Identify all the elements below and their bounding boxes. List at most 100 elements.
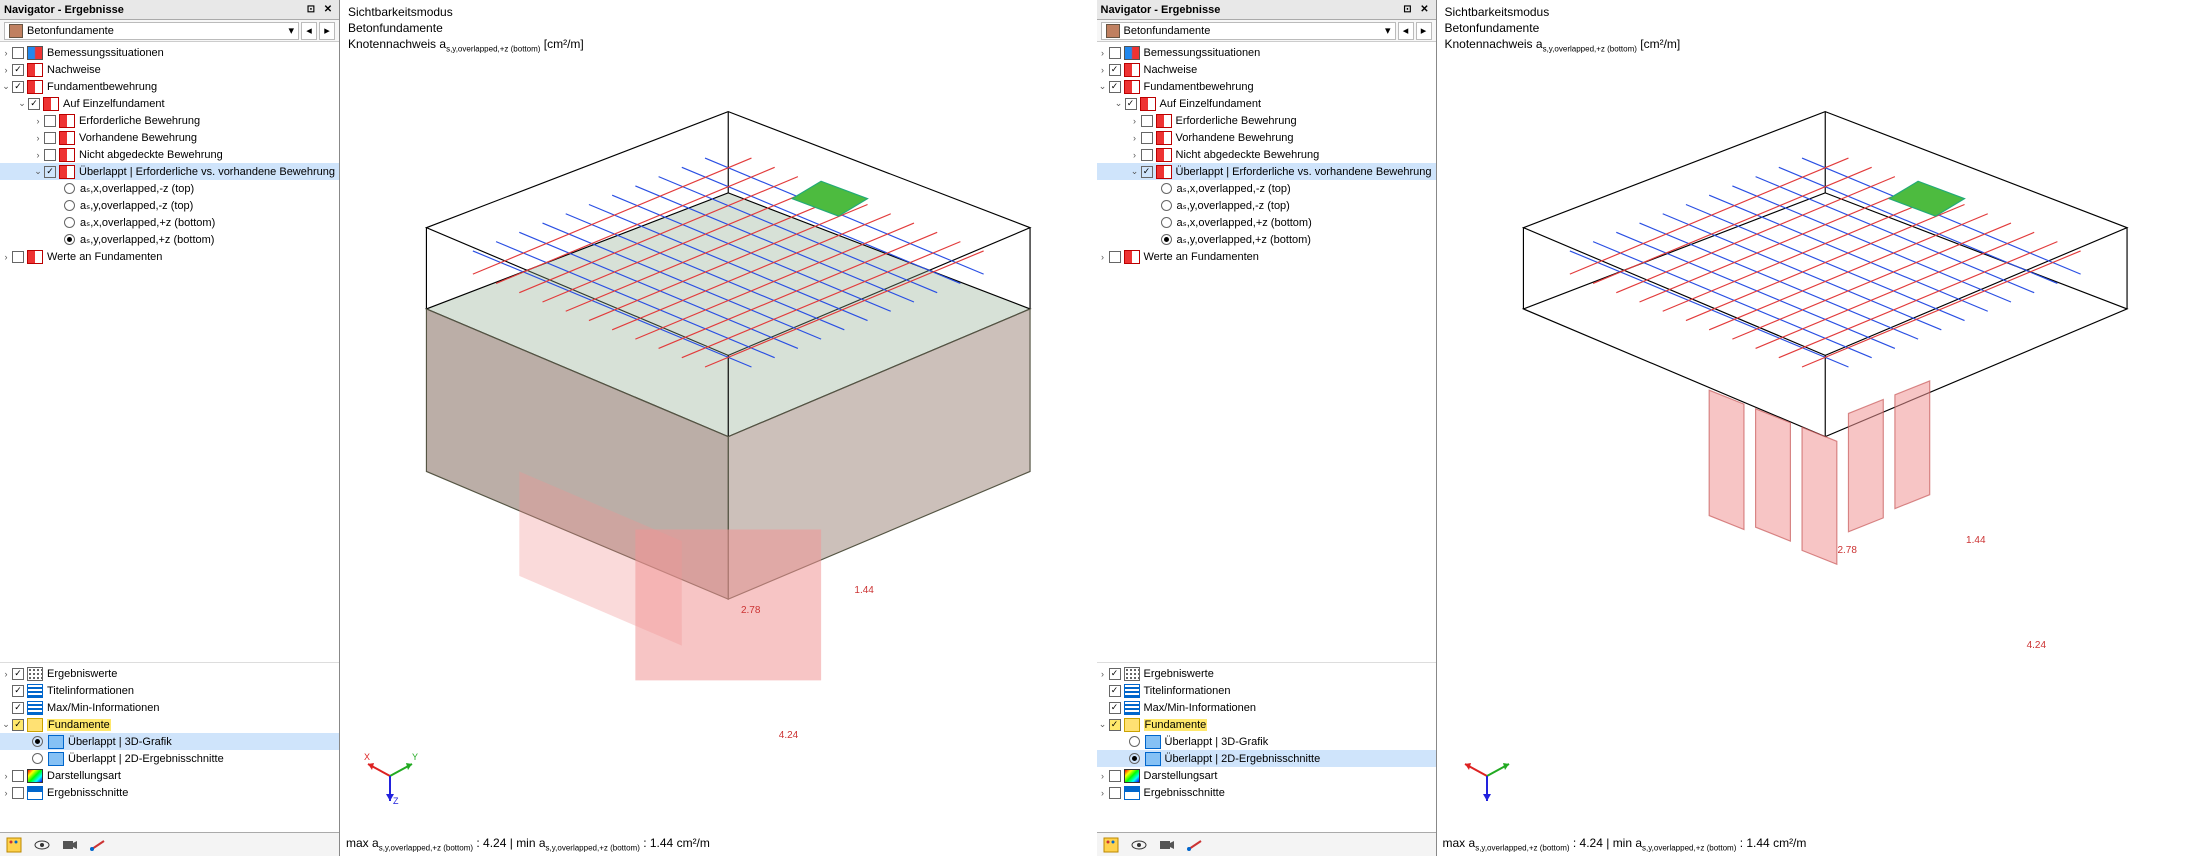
tree-vorh[interactable]: ›Vorhandene Bewehrung [0,129,339,146]
einzel-icon [1140,97,1156,111]
tree-overlap2d[interactable]: Überlappt | 2D-Ergebnisschnitte [1097,750,1436,767]
link3d-icon [48,735,64,749]
tree-titel[interactable]: ✓Titelinformationen [0,682,339,699]
tree-fundamente[interactable]: ⌄✓Fundamente [1097,716,1436,733]
chevron-down-icon: ▾ [288,24,294,37]
tree-ergebnisschnitte[interactable]: ›Ergebnisschnitte [1097,784,1436,801]
radio-r2[interactable]: aₛ,y,overlapped,-z (top) [0,197,339,214]
tree-bemessung[interactable]: ›Bemessungssituationen [0,44,339,61]
sections-icon [27,786,43,800]
tree-werte[interactable]: ›Werte an Fundamenten [0,248,339,265]
tree-nicht[interactable]: ›Nicht abgedeckte Bewehrung [1097,146,1436,163]
radio-icon[interactable] [32,736,43,747]
tree-top-left[interactable]: ›Bemessungssituationen ›✓Nachweise ⌄✓Fun… [0,42,339,662]
tool-eye-icon[interactable] [32,836,52,854]
combo-label: Betonfundamente [1124,25,1385,37]
radio-icon[interactable] [64,200,75,211]
combo-betonfundamente[interactable]: Betonfundamente ▾ [1101,22,1396,40]
close-icon[interactable]: ✕ [1418,3,1432,17]
vp-header-l3: Knotennachweis as,y,overlapped,+z (botto… [348,36,584,57]
radio-icon[interactable] [1161,217,1172,228]
vp-header-l1: Sichtbarkeitsmodus [348,4,584,20]
tool-camera-icon[interactable] [1157,836,1177,854]
tree-ergebnisschnitte[interactable]: ›Ergebnisschnitte [0,784,339,801]
radio-icon[interactable] [1161,234,1172,245]
axis-y: Y [412,752,418,762]
close-icon[interactable]: ✕ [321,3,335,17]
radio-r1[interactable]: aₛ,x,overlapped,-z (top) [1097,180,1436,197]
tree-nachweise[interactable]: ›✓Nachweise [0,61,339,78]
tool-probe-icon[interactable] [88,836,108,854]
tree-erf[interactable]: ›Erforderliche Bewehrung [0,112,339,129]
tree-erf[interactable]: ›Erforderliche Bewehrung [1097,112,1436,129]
tree-darstellung[interactable]: ›Darstellungsart [1097,767,1436,784]
tree-overlap2d[interactable]: Überlappt | 2D-Ergebnisschnitte [0,750,339,767]
vorh-icon [59,131,75,145]
radio-r1[interactable]: aₛ,x,overlapped,-z (top) [0,180,339,197]
link3d-icon [1145,735,1161,749]
radio-icon[interactable] [1129,736,1140,747]
tree-bemessung[interactable]: ›Bemessungssituationen [1097,44,1436,61]
tool-camera-icon[interactable] [60,836,80,854]
vp-header-l1: Sichtbarkeitsmodus [1445,4,1681,20]
radio-icon[interactable] [1161,183,1172,194]
radio-r2[interactable]: aₛ,y,overlapped,-z (top) [1097,197,1436,214]
radio-icon[interactable] [32,753,43,764]
tree-nicht[interactable]: ›Nicht abgedeckte Bewehrung [0,146,339,163]
radio-r3[interactable]: aₛ,x,overlapped,+z (bottom) [0,214,339,231]
combo-betonfundamente[interactable]: Betonfundamente ▾ [4,22,299,40]
next-button[interactable]: ▸ [319,22,335,40]
tree-darstellung[interactable]: ›Darstellungsart [0,767,339,784]
style-icon [1124,769,1140,783]
radio-r4[interactable]: aₛ,y,overlapped,+z (bottom) [0,231,339,248]
fund-icon [27,718,43,732]
tree-ergebniswerte[interactable]: ›✓Ergebniswerte [0,665,339,682]
tree-ueberlappt[interactable]: ⌄✓Überlappt | Erforderliche vs. vorhande… [1097,163,1436,180]
tree-bottom-right[interactable]: ›✓Ergebniswerte ✓Titelinformationen ✓Max… [1097,662,1436,832]
vp-header: Sichtbarkeitsmodus Betonfundamente Knote… [1445,4,1681,57]
tree-fundbew[interactable]: ⌄✓Fundamentbewehrung [1097,78,1436,95]
prev-button[interactable]: ◂ [301,22,317,40]
axis-widget [1457,746,1517,806]
val-144: 1.44 [854,585,873,596]
tree-ergebniswerte[interactable]: ›✓Ergebniswerte [1097,665,1436,682]
erf-icon [59,114,75,128]
tree-aufeinzel[interactable]: ⌄✓Auf Einzelfundament [1097,95,1436,112]
tree-fundbew[interactable]: ⌄✓Fundamentbewehrung [0,78,339,95]
tree-bottom-left[interactable]: ›✓Ergebniswerte ✓Titelinformationen ✓Max… [0,662,339,832]
tree-nachweise[interactable]: ›✓Nachweise [1097,61,1436,78]
tool-probe-icon[interactable] [1185,836,1205,854]
tool-palette-icon[interactable] [4,836,24,854]
tool-palette-icon[interactable] [1101,836,1121,854]
radio-icon[interactable] [64,234,75,245]
tree-fundamente[interactable]: ⌄✓Fundamente [0,716,339,733]
vp-footer: max as,y,overlapped,+z (bottom) : 4.24 |… [1443,836,1807,852]
nav-title: Navigator - Ergebnisse [4,4,301,16]
title-icon [1124,684,1140,698]
tree-werte[interactable]: ›Werte an Fundamenten [1097,248,1436,265]
next-button[interactable]: ▸ [1416,22,1432,40]
radio-r3[interactable]: aₛ,x,overlapped,+z (bottom) [1097,214,1436,231]
radio-icon[interactable] [64,183,75,194]
tool-eye-icon[interactable] [1129,836,1149,854]
tree-top-right[interactable]: ›Bemessungssituationen ›✓Nachweise ⌄✓Fun… [1097,42,1436,662]
radio-icon[interactable] [1161,200,1172,211]
fundbew-icon [1124,80,1140,94]
tree-aufeinzel[interactable]: ⌄✓Auf Einzelfundament [0,95,339,112]
tree-maxmin[interactable]: ✓Max/Min-Informationen [1097,699,1436,716]
tree-vorh[interactable]: ›Vorhandene Bewehrung [1097,129,1436,146]
tree-overlap3d[interactable]: Überlappt | 3D-Grafik [0,733,339,750]
radio-icon[interactable] [64,217,75,228]
radio-icon[interactable] [1129,753,1140,764]
tree-overlap3d[interactable]: Überlappt | 3D-Grafik [1097,733,1436,750]
viewport-left[interactable]: Sichtbarkeitsmodus Betonfundamente Knote… [340,0,1097,856]
nav-combo-bar: Betonfundamente ▾ ◂ ▸ [0,20,339,42]
viewport-right[interactable]: Sichtbarkeitsmodus Betonfundamente Knote… [1437,0,2193,856]
pin-icon[interactable]: ⊡ [304,3,318,17]
tree-maxmin[interactable]: ✓Max/Min-Informationen [0,699,339,716]
tree-titel[interactable]: ✓Titelinformationen [1097,682,1436,699]
tree-ueberlappt[interactable]: ⌄✓Überlappt | Erforderliche vs. vorhande… [0,163,339,180]
prev-button[interactable]: ◂ [1398,22,1414,40]
pin-icon[interactable]: ⊡ [1401,3,1415,17]
radio-r4[interactable]: aₛ,y,overlapped,+z (bottom) [1097,231,1436,248]
